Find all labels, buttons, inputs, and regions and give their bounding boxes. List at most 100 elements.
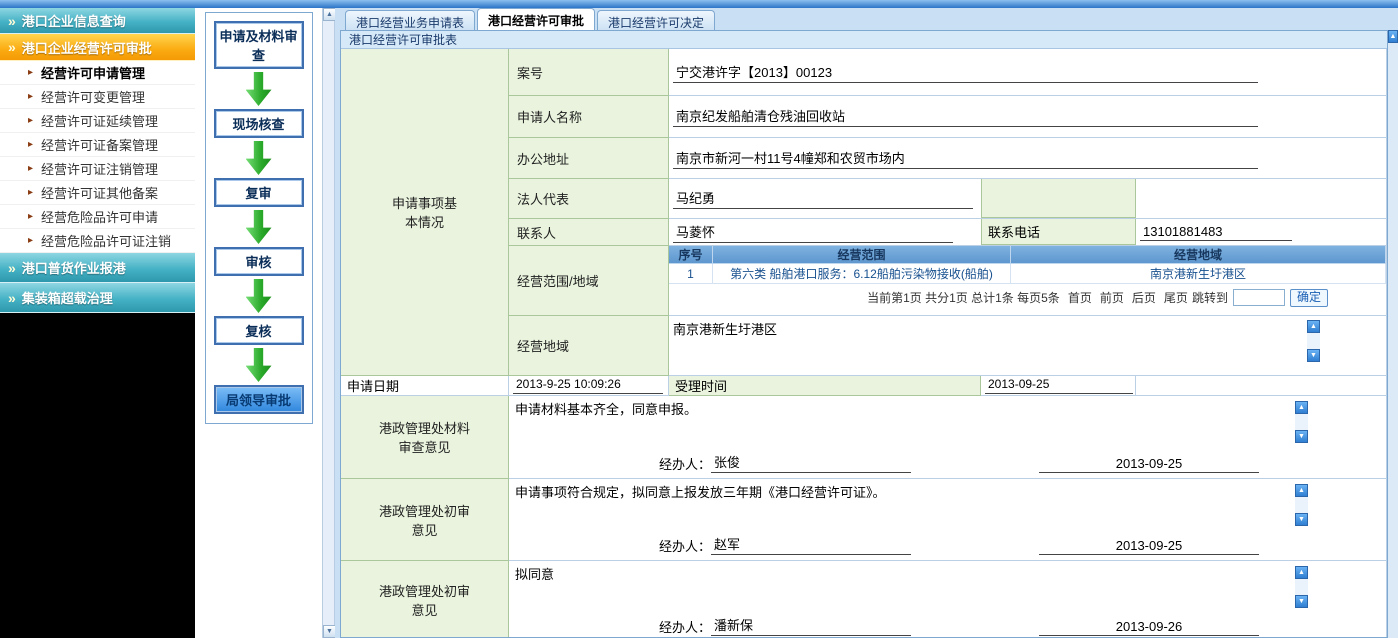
sidebar-item-license-record-mgmt[interactable]: ▸ 经营许可证备案管理 xyxy=(0,133,195,157)
top-banner xyxy=(0,0,1398,8)
sidebar-group-cargo-report[interactable]: » 港口普货作业报港 xyxy=(0,253,195,283)
tab-bar: 港口经营业务申请表 港口经营许可审批 港口经营许可决定 xyxy=(345,8,715,30)
opinion-label: 港政管理处初审意见 xyxy=(341,479,509,561)
sidebar-item-license-change-mgmt[interactable]: ▸ 经营许可变更管理 xyxy=(0,85,195,109)
sidebar-group-license-approval[interactable]: » 港口企业经营许可审批 xyxy=(0,34,195,61)
scroll-up-icon[interactable]: ▲ xyxy=(1307,320,1320,333)
scroll-down-icon[interactable]: ▼ xyxy=(1295,513,1308,526)
form-title: 港口经营许可审批表 xyxy=(341,31,1387,49)
jump-page-input[interactable] xyxy=(1233,289,1285,306)
tab-license-decision[interactable]: 港口经营许可决定 xyxy=(597,10,715,30)
accept-date-cell: 2013-09-25 xyxy=(981,376,1136,396)
scroll-down-icon[interactable]: ▼ xyxy=(1295,430,1308,443)
accept-date-field[interactable]: 2013-09-25 xyxy=(985,377,1133,394)
case-no-label: 案号 xyxy=(509,49,669,96)
col-header-region: 经营地域 xyxy=(1011,246,1386,264)
down-arrow-icon xyxy=(246,141,272,175)
down-arrow-icon xyxy=(246,279,272,313)
opinion-scrollbar[interactable]: ▲ ▼ xyxy=(1295,566,1308,608)
down-arrow-icon xyxy=(246,72,272,106)
legal-rep-field[interactable]: 马纪勇 xyxy=(673,188,973,209)
contact-field[interactable]: 马菱怀 xyxy=(673,222,953,243)
opinion-signature-line: 经办人：赵军 2013-09-25 xyxy=(659,534,1386,555)
handler-name-field[interactable]: 张俊 xyxy=(711,452,911,473)
down-arrow-icon xyxy=(246,348,272,382)
applicant-label: 申请人名称 xyxy=(509,96,669,138)
sidebar-group-container-overload[interactable]: » 集装箱超载治理 xyxy=(0,283,195,313)
arrow-bullet-icon: ▸ xyxy=(28,67,33,78)
tab-license-approval[interactable]: 港口经营许可审批 xyxy=(477,8,595,30)
tab-business-application[interactable]: 港口经营业务申请表 xyxy=(345,10,475,30)
scroll-up-icon[interactable]: ▲ xyxy=(1295,566,1308,579)
opinion-scrollbar[interactable]: ▲ ▼ xyxy=(1295,401,1308,443)
arrow-bullet-icon: ▸ xyxy=(28,163,33,174)
case-no-field[interactable]: 宁交港许字【2013】00123 xyxy=(673,62,1258,83)
opinion-date-field[interactable]: 2013-09-25 xyxy=(1039,538,1259,555)
region-cell[interactable]: 南京港新生圩港区 ▲ ▼ xyxy=(669,316,1387,376)
sidebar-item-license-cancel-mgmt[interactable]: ▸ 经营许可证注销管理 xyxy=(0,157,195,181)
down-arrow-icon xyxy=(246,210,272,244)
section-basic-info: 申请事项基本情况 案号 宁交港许字【2013】00123 申请人名称 南京纪发船… xyxy=(341,49,1387,376)
content-vertical-scrollbar[interactable]: ▲ ▼ xyxy=(322,8,335,638)
scope-table-row[interactable]: 1 第六类 船舶港口服务：6.12船舶污染物接收(船舶) 南京港新生圩港区 xyxy=(669,264,1386,284)
apply-date-field[interactable]: 2013-9-25 10:09:26 xyxy=(513,377,663,394)
workflow-step-site-check[interactable]: 现场核查 xyxy=(214,109,304,138)
handler-label: 经办人： xyxy=(659,454,711,473)
workflow-step-audit[interactable]: 审核 xyxy=(214,247,304,276)
panel-vertical-scrollbar[interactable]: ▲ xyxy=(1388,30,1398,638)
scroll-down-icon[interactable]: ▼ xyxy=(1307,349,1320,362)
workflow-step-material-review[interactable]: 申请及材料审查 xyxy=(214,21,304,69)
sidebar-item-license-apply-mgmt[interactable]: ▸ 经营许可申请管理 xyxy=(0,61,195,85)
sidebar-item-dangerous-goods-apply[interactable]: ▸ 经营危险品许可申请 xyxy=(0,205,195,229)
scope-region-label: 经营范围/地域 xyxy=(509,246,669,316)
applicant-field[interactable]: 南京纪发船舶清仓残油回收站 xyxy=(673,106,1258,127)
opinion-textarea[interactable]: 申请材料基本齐全，同意申报。 经办人：张俊 2013-09-25 ▲ ▼ xyxy=(509,396,1387,479)
opinion-signature-line: 经办人：张俊 2013-09-25 xyxy=(659,452,1386,473)
scope-row-region: 南京港新生圩港区 xyxy=(1011,264,1386,284)
col-header-no: 序号 xyxy=(669,246,713,264)
scope-table-cell: 序号 经营范围 经营地域 1 第六类 船舶港口服务：6.12船舶污染物接收(船舶… xyxy=(669,246,1387,316)
scroll-down-icon[interactable]: ▼ xyxy=(1295,595,1308,608)
scroll-up-icon[interactable]: ▲ xyxy=(1295,401,1308,414)
sidebar-item-license-renewal-mgmt[interactable]: ▸ 经营许可证延续管理 xyxy=(0,109,195,133)
scroll-track[interactable] xyxy=(1388,43,1398,638)
opinion-textarea[interactable]: 申请事项符合规定，拟同意上报发放三年期《港口经营许可证》。 经办人：赵军 201… xyxy=(509,479,1387,561)
handler-label: 经办人： xyxy=(659,536,711,555)
scroll-up-icon[interactable]: ▲ xyxy=(1388,30,1398,43)
opinion-scrollbar[interactable]: ▲ ▼ xyxy=(1295,484,1308,526)
opinion-signature-line: 经办人：潘新保 2013-09-26 xyxy=(659,615,1386,636)
last-page-link[interactable]: 尾页 xyxy=(1164,289,1188,306)
opinion-label: 港政管理处材料审查意见 xyxy=(341,396,509,479)
scroll-track[interactable] xyxy=(323,21,334,625)
section-basic-info-label: 申请事项基本情况 xyxy=(341,49,509,376)
prev-page-link[interactable]: 前页 xyxy=(1100,289,1124,306)
office-address-field[interactable]: 南京市新河一村11号4幢郑和农贸市场内 xyxy=(673,148,1258,169)
scroll-track[interactable] xyxy=(1307,333,1320,349)
region-textarea-scrollbar[interactable]: ▲ ▼ xyxy=(1307,320,1320,362)
first-page-link[interactable]: 首页 xyxy=(1068,289,1092,306)
opinion-date-field[interactable]: 2013-09-26 xyxy=(1039,619,1259,636)
handler-name-field[interactable]: 赵军 xyxy=(711,534,911,555)
handler-name-field[interactable]: 潘新保 xyxy=(711,615,911,636)
workflow-step-leader-approval[interactable]: 局领导审批 xyxy=(214,385,304,414)
scroll-track[interactable] xyxy=(1295,497,1308,513)
contact-label: 联系人 xyxy=(509,219,669,246)
opinion-date-field[interactable]: 2013-09-25 xyxy=(1039,456,1259,473)
workflow-step-re-review[interactable]: 复审 xyxy=(214,178,304,207)
scroll-track[interactable] xyxy=(1295,579,1308,595)
sidebar-item-license-other-record[interactable]: ▸ 经营许可证其他备案 xyxy=(0,181,195,205)
menu-group-icon: » xyxy=(8,291,16,305)
scroll-track[interactable] xyxy=(1295,414,1308,430)
workflow-step-recheck[interactable]: 复核 xyxy=(214,316,304,345)
phone-field[interactable]: 13101881483 xyxy=(1140,224,1292,241)
sidebar-group-enterprise-info[interactable]: » 港口企业信息查询 xyxy=(0,8,195,34)
scroll-up-icon[interactable]: ▲ xyxy=(1295,484,1308,497)
arrow-bullet-icon: ▸ xyxy=(28,187,33,198)
sidebar-item-dangerous-goods-cancel[interactable]: ▸ 经营危险品许可证注销 xyxy=(0,229,195,253)
sidebar-group-label: 集装箱超载治理 xyxy=(22,288,113,307)
confirm-button[interactable]: 确定 xyxy=(1290,289,1328,307)
app-window: » 港口企业信息查询 » 港口企业经营许可审批 ▸ 经营许可申请管理 ▸ 经营许… xyxy=(0,0,1398,638)
pagination-info: 当前第1页 共分1页 总计1条 每页5条 xyxy=(867,289,1060,306)
opinion-textarea[interactable]: 拟同意 经办人：潘新保 2013-09-26 ▲ ▼ xyxy=(509,561,1387,638)
next-page-link[interactable]: 后页 xyxy=(1132,289,1156,306)
